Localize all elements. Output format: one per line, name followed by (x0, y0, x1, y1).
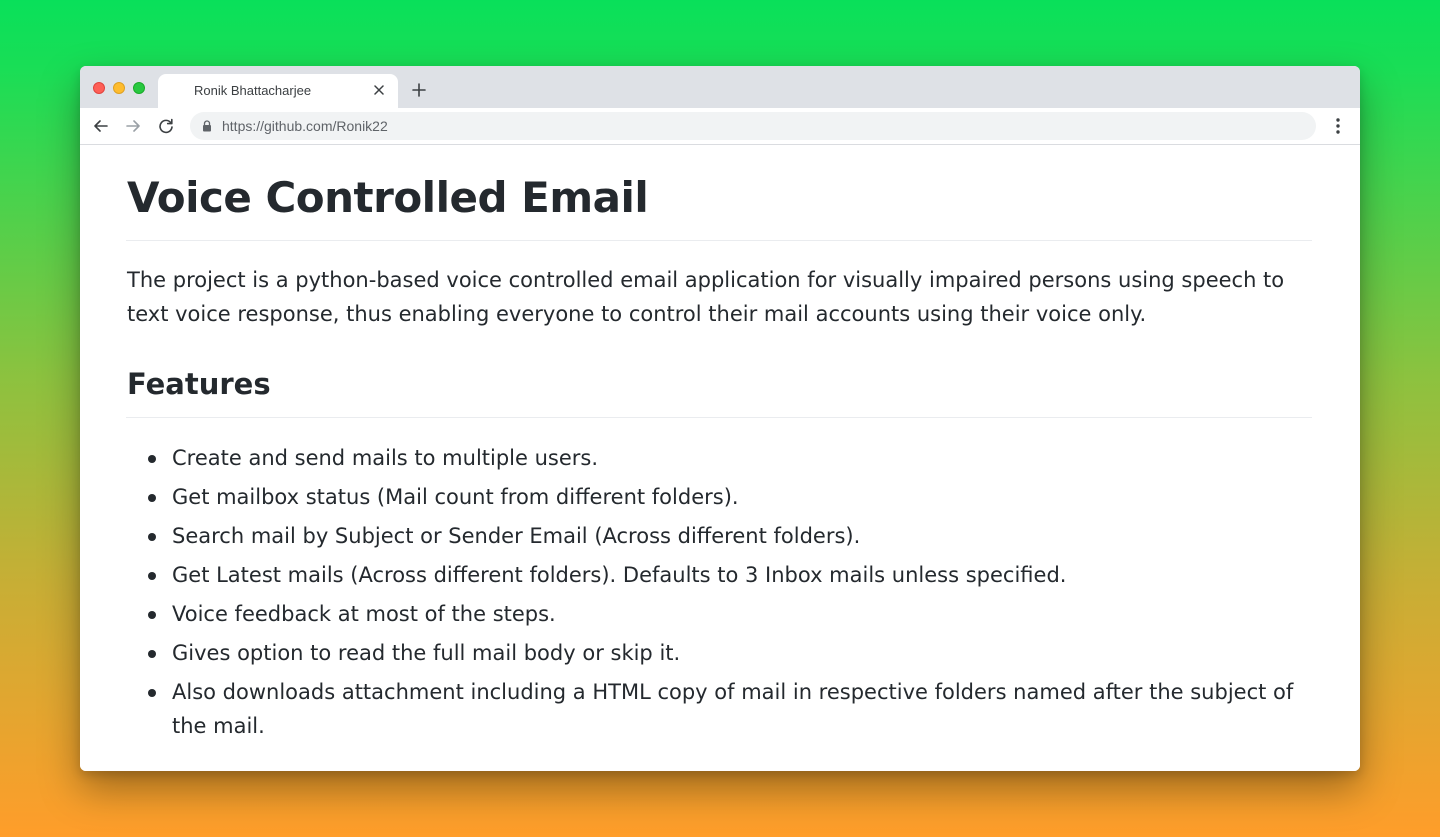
browser-titlebar: Ronik Bhattacharjee (80, 66, 1360, 108)
url-text: https://github.com/Ronik22 (222, 118, 388, 134)
list-item: Get Latest mails (Across different folde… (127, 558, 1297, 592)
tab-title: Ronik Bhattacharjee (194, 83, 312, 98)
browser-window: Ronik Bhattacharjee https://github.com/R… (80, 66, 1360, 771)
kebab-menu-icon (1336, 118, 1340, 134)
bullet-icon (148, 611, 156, 619)
feature-text: Search mail by Subject or Sender Email (… (172, 524, 861, 548)
list-item: Create and send mails to multiple users. (127, 441, 1297, 475)
features-list: Create and send mails to multiple users.… (127, 441, 1297, 748)
arrow-right-icon (126, 120, 140, 132)
minimize-window-button[interactable] (113, 82, 125, 94)
browser-menu-button[interactable] (1328, 115, 1348, 137)
page-content: Voice Controlled Email The project is a … (80, 145, 1360, 771)
bullet-icon (148, 494, 156, 502)
arrow-left-icon (94, 120, 108, 132)
browser-toolbar: https://github.com/Ronik22 (80, 108, 1360, 145)
list-item: Get mailbox status (Mail count from diff… (127, 480, 1297, 514)
back-button[interactable] (90, 115, 112, 137)
feature-text: Create and send mails to multiple users. (172, 446, 599, 470)
feature-text: Gives option to read the full mail body … (172, 641, 681, 665)
list-item: Search mail by Subject or Sender Email (… (127, 519, 1297, 553)
reload-button[interactable] (155, 115, 177, 137)
new-tab-button[interactable] (408, 79, 430, 101)
page-title: Voice Controlled Email (127, 173, 649, 222)
bullet-icon (148, 533, 156, 541)
close-icon (374, 85, 384, 95)
list-item: Also downloads attachment including a HT… (127, 675, 1297, 743)
bullet-icon (148, 650, 156, 658)
bullet-icon (148, 689, 156, 697)
title-divider (126, 240, 1312, 241)
reload-icon (159, 118, 173, 134)
tab-close-button[interactable] (370, 81, 388, 99)
maximize-window-button[interactable] (133, 82, 145, 94)
bullet-icon (148, 455, 156, 463)
address-bar[interactable]: https://github.com/Ronik22 (190, 112, 1316, 140)
plus-icon (412, 83, 426, 97)
feature-text: Also downloads attachment including a HT… (172, 680, 1294, 738)
features-heading: Features (127, 367, 271, 401)
feature-text: Get Latest mails (Across different folde… (172, 563, 1067, 587)
forward-button[interactable] (122, 115, 144, 137)
browser-tab[interactable]: Ronik Bhattacharjee (158, 74, 398, 108)
feature-text: Get mailbox status (Mail count from diff… (172, 485, 739, 509)
list-item: Voice feedback at most of the steps. (127, 597, 1297, 631)
feature-text: Voice feedback at most of the steps. (172, 602, 556, 626)
project-description: The project is a python-based voice cont… (127, 268, 1285, 326)
lock-icon (203, 120, 211, 132)
list-item: Gives option to read the full mail body … (127, 636, 1297, 670)
features-divider (126, 417, 1312, 418)
close-window-button[interactable] (93, 82, 105, 94)
bullet-icon (148, 572, 156, 580)
